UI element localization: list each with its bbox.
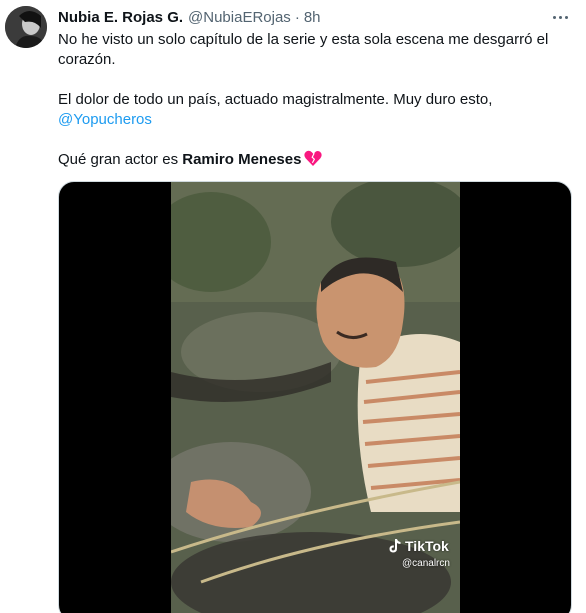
tiktok-handle: @canalrcn [402,558,450,569]
separator-dot: · [294,9,300,26]
video-player[interactable]: TikTok @canalrcn [58,181,572,613]
tweet-timestamp[interactable]: 8h [304,9,321,26]
tweet-text-line-3: Qué gran actor es Ramiro Meneses [58,150,573,173]
broken-heart-icon [304,150,323,173]
mention-link[interactable]: @Yopucheros [58,111,152,128]
tweet-header: Nubia E. Rojas G. @NubiaERojas · 8h [58,9,321,26]
author-handle[interactable]: @NubiaERojas [188,9,291,26]
tweet-text-line-2: El dolor de todo un país, actuado magist… [58,90,573,130]
more-options-icon[interactable] [548,8,572,26]
avatar[interactable] [5,6,47,48]
tweet-text-line-1: No he visto un solo capítulo de la serie… [58,31,549,68]
actor-name: Ramiro Meneses [182,151,302,168]
tweet-text-line-3-prefix: Qué gran actor es [58,151,183,168]
tweet-text-line-2-body: El dolor de todo un país, actuado magist… [58,91,493,108]
tweet[interactable]: Nubia E. Rojas G. @NubiaERojas · 8h No h… [0,0,586,613]
tiktok-brand: TikTok [405,538,449,554]
tiktok-watermark: TikTok [388,538,449,554]
tweet-text: No he visto un solo capítulo de la serie… [58,30,573,173]
tiktok-logo-icon [389,539,401,553]
author-display-name[interactable]: Nubia E. Rojas G. [58,9,183,26]
